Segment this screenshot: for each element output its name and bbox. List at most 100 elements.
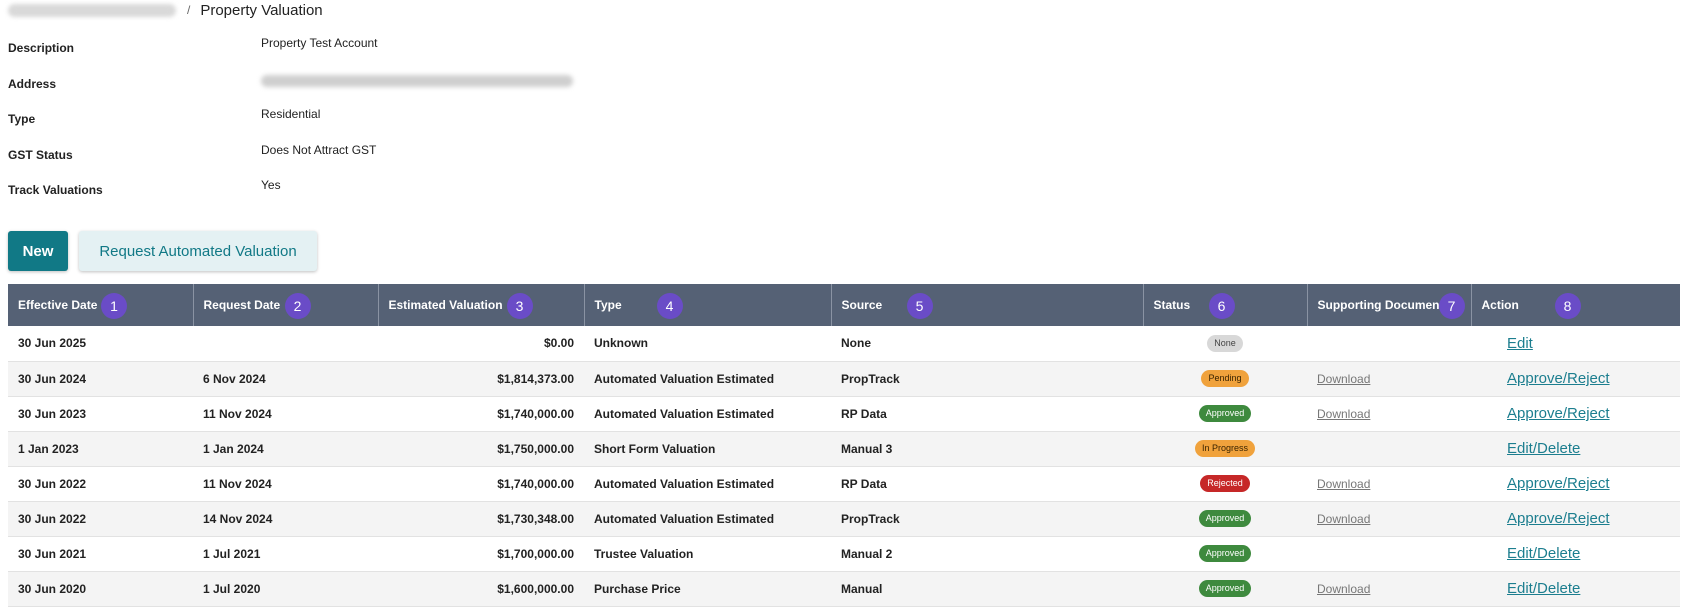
table-row: 30 Jun 2020 1 Jul 2020 $1,600,000.00 Pur… xyxy=(8,571,1680,607)
column-header-source[interactable]: Source 5 xyxy=(831,284,1144,326)
detail-label: Track Valuations xyxy=(8,183,103,197)
cell-action: Approve/Reject xyxy=(1471,361,1680,397)
download-link[interactable]: Download xyxy=(1317,407,1370,421)
cell-effective-date: 30 Jun 2021 xyxy=(8,536,193,572)
cell-estimated-valuation: $1,740,000.00 xyxy=(378,396,584,432)
column-marker: 3 xyxy=(506,293,533,319)
cell-request-date: 11 Nov 2024 xyxy=(193,466,378,502)
download-link[interactable]: Download xyxy=(1317,372,1370,386)
cell-action: Edit/Delete xyxy=(1471,431,1680,467)
cell-supporting-document xyxy=(1307,431,1471,467)
detail-label: Address xyxy=(8,76,57,91)
cell-effective-date: 30 Jun 2022 xyxy=(8,466,193,502)
cell-source: RP Data xyxy=(831,396,1143,432)
column-marker: 4 xyxy=(656,293,683,319)
column-marker: 8 xyxy=(1554,293,1581,319)
cell-source: PropTrack xyxy=(831,361,1143,397)
cell-type: Automated Valuation Estimated xyxy=(584,361,831,397)
column-header-request-date[interactable]: Request Date 2 xyxy=(193,284,379,326)
cell-action: Approve/Reject xyxy=(1471,466,1680,502)
cell-request-date: 14 Nov 2024 xyxy=(193,501,378,537)
detail-value: Does Not Attract GST xyxy=(261,142,377,157)
detail-value: Yes xyxy=(261,178,281,192)
cell-status: Approved xyxy=(1143,536,1307,572)
cell-effective-date: 30 Jun 2024 xyxy=(8,361,193,397)
column-header-effective-date[interactable]: Effective Date 1 xyxy=(8,284,194,326)
table-row: 30 Jun 2021 1 Jul 2021 $1,700,000.00 Tru… xyxy=(8,536,1680,572)
detail-label: Type xyxy=(8,112,36,126)
page-title: Property Valuation xyxy=(200,1,323,19)
cell-source: Manual xyxy=(831,571,1143,607)
cell-request-date: 1 Jan 2024 xyxy=(193,431,378,467)
cell-status: Approved xyxy=(1143,571,1307,607)
edit-delete-link[interactable]: Edit/Delete xyxy=(1507,545,1580,562)
cell-effective-date: 30 Jun 2025 xyxy=(8,326,193,362)
cell-estimated-valuation: $1,600,000.00 xyxy=(378,571,584,607)
table-row: 30 Jun 2022 14 Nov 2024 $1,730,348.00 Au… xyxy=(8,501,1680,537)
cell-source: Manual 2 xyxy=(831,536,1143,572)
detail-row-track-valuations: Track Valuations Yes xyxy=(8,178,708,214)
column-header-type[interactable]: Type 4 xyxy=(584,284,832,326)
cell-action: Edit/Delete xyxy=(1471,571,1680,607)
status-badge: Approved xyxy=(1198,405,1252,422)
edit-delete-link[interactable]: Edit/Delete xyxy=(1507,440,1580,457)
cell-request-date: 1 Jul 2020 xyxy=(193,571,378,607)
breadcrumb: / Property Valuation xyxy=(8,0,323,20)
column-marker: 1 xyxy=(101,293,127,319)
cell-source: RP Data xyxy=(831,466,1143,502)
status-badge: Approved xyxy=(1198,580,1252,597)
approve-reject-link[interactable]: Approve/Reject xyxy=(1507,370,1610,387)
cell-type: Automated Valuation Estimated xyxy=(584,396,831,432)
cell-status: Approved xyxy=(1143,501,1307,537)
cell-action: Approve/Reject xyxy=(1471,501,1680,537)
cell-supporting-document xyxy=(1307,536,1471,572)
cell-effective-date: 30 Jun 2022 xyxy=(8,501,193,537)
cell-request-date: 6 Nov 2024 xyxy=(193,361,378,397)
breadcrumb-separator: / xyxy=(187,3,191,17)
approve-reject-link[interactable]: Approve/Reject xyxy=(1507,405,1610,422)
column-header-estimated-valuation[interactable]: Estimated Valuation 3 xyxy=(378,284,585,326)
cell-estimated-valuation: $1,740,000.00 xyxy=(378,466,584,502)
column-header-supporting-document[interactable]: Supporting Document 7 xyxy=(1307,284,1472,326)
cell-estimated-valuation: $1,814,373.00 xyxy=(378,361,584,397)
cell-estimated-valuation: $0.00 xyxy=(378,326,584,362)
cell-supporting-document xyxy=(1307,326,1471,362)
table-row: 30 Jun 2023 11 Nov 2024 $1,740,000.00 Au… xyxy=(8,396,1680,432)
edit-delete-link[interactable]: Edit/Delete xyxy=(1507,580,1580,597)
property-details: Description Property Test Account Addres… xyxy=(8,36,708,214)
cell-supporting-document: Download xyxy=(1307,361,1471,397)
table-row: 1 Jan 2023 1 Jan 2024 $1,750,000.00 Shor… xyxy=(8,431,1680,467)
status-badge: In Progress xyxy=(1194,440,1256,457)
new-button[interactable]: New xyxy=(8,231,68,271)
download-link[interactable]: Download xyxy=(1317,512,1370,526)
detail-value: Property Test Account xyxy=(261,36,378,50)
download-link[interactable]: Download xyxy=(1317,582,1370,596)
cell-effective-date: 30 Jun 2020 xyxy=(8,571,193,607)
download-link[interactable]: Download xyxy=(1317,477,1370,491)
detail-row-address: Address xyxy=(8,72,708,108)
edit-link[interactable]: Edit xyxy=(1507,335,1533,352)
detail-row-type: Type Residential xyxy=(8,107,708,143)
action-buttons: New Request Automated Valuation xyxy=(8,231,317,271)
cell-supporting-document: Download xyxy=(1307,396,1471,432)
breadcrumb-parent-redacted[interactable] xyxy=(8,3,176,17)
status-badge: Approved xyxy=(1198,510,1252,527)
status-badge: Approved xyxy=(1198,545,1252,562)
request-automated-valuation-button[interactable]: Request Automated Valuation xyxy=(79,231,317,271)
table-row: 30 Jun 2022 11 Nov 2024 $1,740,000.00 Au… xyxy=(8,466,1680,502)
cell-type: Short Form Valuation xyxy=(584,431,831,467)
cell-status: None xyxy=(1143,326,1307,362)
column-header-status[interactable]: Status 6 xyxy=(1143,284,1308,326)
status-badge: None xyxy=(1207,334,1243,352)
cell-status: Pending xyxy=(1143,361,1307,397)
cell-type: Purchase Price xyxy=(584,571,831,607)
column-header-action[interactable]: Action 8 xyxy=(1471,284,1680,326)
table-header-row: Effective Date 1 Request Date 2 Estimated … xyxy=(8,284,1680,326)
cell-effective-date: 30 Jun 2023 xyxy=(8,396,193,432)
cell-estimated-valuation: $1,730,348.00 xyxy=(378,501,584,537)
cell-request-date: 11 Nov 2024 xyxy=(193,396,378,432)
approve-reject-link[interactable]: Approve/Reject xyxy=(1507,510,1610,527)
cell-effective-date: 1 Jan 2023 xyxy=(8,431,193,467)
approve-reject-link[interactable]: Approve/Reject xyxy=(1507,475,1610,492)
cell-status: In Progress xyxy=(1143,431,1307,467)
